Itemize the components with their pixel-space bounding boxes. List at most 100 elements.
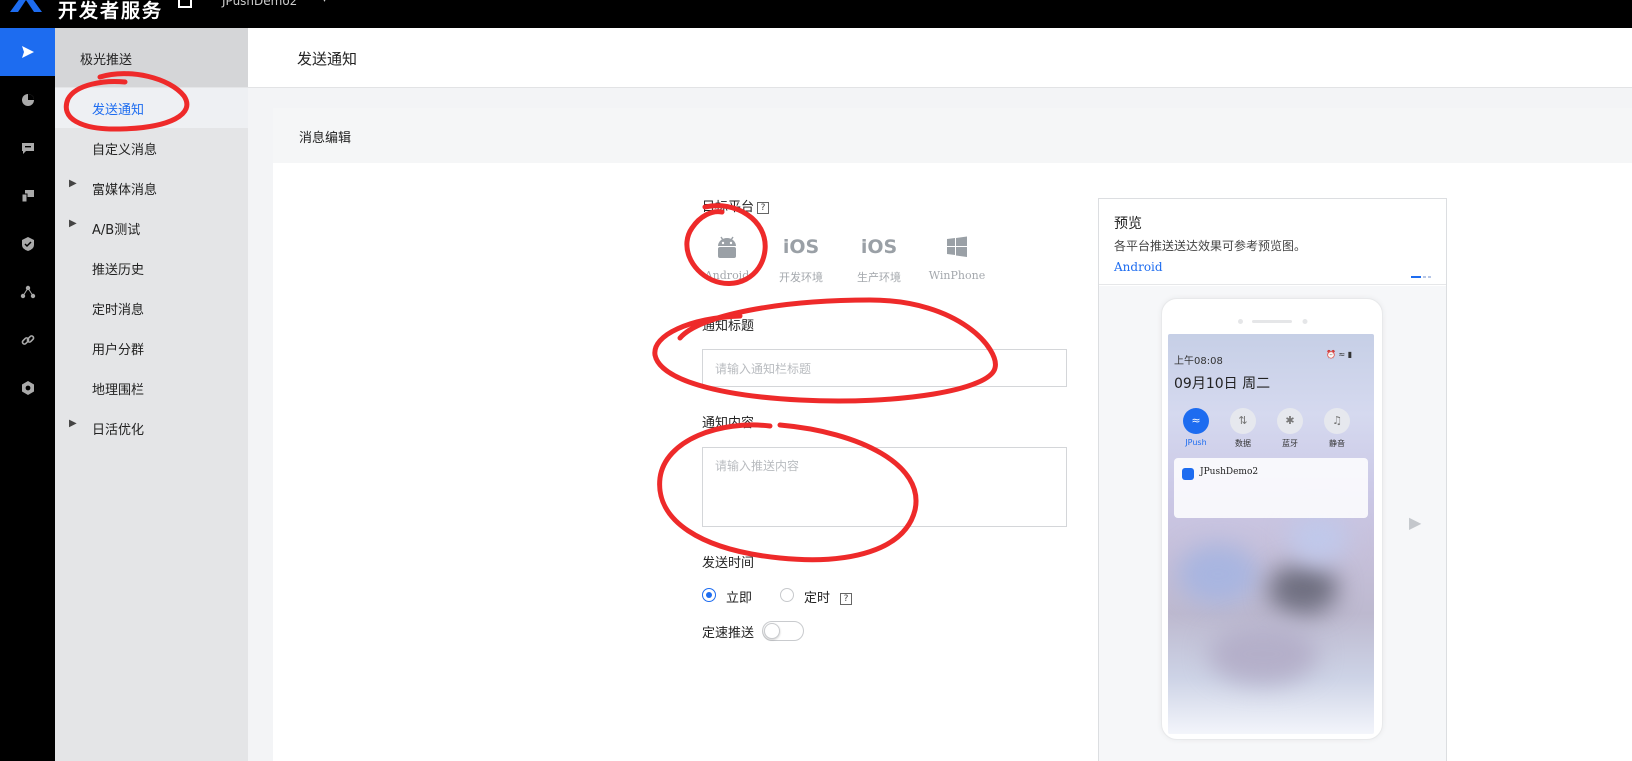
submenu-header-label: 极光推送 (80, 53, 133, 68)
platform-ios-prod[interactable]: iOS 生产环境 (844, 232, 914, 292)
submenu-item-segments[interactable]: 用户分群 (55, 328, 248, 368)
title-placeholder: 请输入通知栏标题 (715, 362, 812, 376)
share-nodes-icon (20, 285, 35, 299)
chevron-right-icon: ▶ (69, 418, 77, 429)
platform-name: WinPhone (928, 269, 986, 282)
send-scheduled-row: 定时? (804, 587, 853, 606)
app-icon (1182, 468, 1194, 480)
brand-title: 开发者服务 (58, 0, 164, 22)
data-icon: ⇅ (1230, 408, 1256, 434)
submenu-item-label: 地理围栏 (92, 383, 145, 398)
phone-mockup: 上午08:08 ⏰ ≈ ▮ 09月10日 周二 ≈ JPush ⇅ 数据 ✱ 蓝… (1161, 298, 1383, 740)
submenu-item-scheduled[interactable]: 定时消息 (55, 288, 248, 328)
content-label: 通知内容 (702, 416, 755, 431)
submenu-item-rich-media[interactable]: ▶ 富媒体消息 (55, 168, 248, 208)
rate-push-toggle[interactable] (762, 621, 804, 641)
platform-name: 生产环境 (857, 271, 901, 284)
preview-header: 预览 各平台推送送达效果可参考预览图。 Android (1099, 199, 1446, 285)
submenu-item-label: 推送历史 (92, 263, 145, 278)
carousel-dots[interactable] (1411, 269, 1433, 284)
submenu-header: 极光推送 (55, 28, 248, 87)
rail-security[interactable] (0, 220, 55, 268)
rail-statistics[interactable] (0, 76, 55, 124)
status-time: 上午08:08 (1174, 356, 1223, 367)
chevron-right-icon[interactable]: ▶ (1409, 513, 1421, 532)
notification-card: JPushDemo2 (1174, 458, 1368, 518)
rail-links[interactable] (0, 316, 55, 364)
quick-setting-bluetooth: ✱ 蓝牙 (1272, 408, 1308, 449)
submenu-item-label: 发送通知 (92, 103, 145, 118)
quick-setting-label: JPush (1185, 438, 1207, 447)
preview-body: 上午08:08 ⏰ ≈ ▮ 09月10日 周二 ≈ JPush ⇅ 数据 ✱ 蓝… (1099, 286, 1446, 761)
quick-setting-wifi: ≈ JPush (1178, 408, 1214, 447)
submenu-item-label: 自定义消息 (92, 143, 158, 158)
jiguang-logo-icon[interactable] (6, 0, 46, 12)
send-icon (21, 46, 34, 58)
send-scheduled-label[interactable]: 定时 (804, 591, 830, 606)
icon-rail (0, 28, 55, 761)
platform-label: 目标平台 (702, 200, 755, 215)
preview-description: 各平台推送送达效果可参考预览图。 (1114, 239, 1307, 253)
notification-content-input[interactable]: 请输入推送内容 (702, 447, 1067, 527)
app-switcher[interactable]: JPushDemo2 (222, 0, 297, 8)
quick-setting-data: ⇅ 数据 (1225, 408, 1261, 449)
send-scheduled-radio[interactable] (780, 588, 794, 602)
sub-menu: 极光推送 发送通知 自定义消息 ▶ 富媒体消息 ▶ A/B测试 推送历史 定时消… (55, 28, 248, 761)
content-placeholder: 请输入推送内容 (715, 459, 800, 473)
submenu-item-dau-optimize[interactable]: ▶ 日活优化 (55, 408, 248, 448)
rail-devices[interactable] (0, 172, 55, 220)
page-header: 发送通知 (248, 28, 1632, 88)
preview-tab-android[interactable]: Android (1114, 260, 1163, 274)
submenu-item-geofence[interactable]: 地理围栏 (55, 368, 248, 408)
ios-icon: iOS (860, 236, 898, 258)
rate-push-label: 定速推送 (702, 626, 755, 641)
send-now-label[interactable]: 立即 (726, 587, 752, 606)
help-icon[interactable]: ? (840, 593, 853, 605)
submenu-item-label: 富媒体消息 (92, 183, 158, 198)
app-icon[interactable] (178, 0, 192, 8)
submenu-item-custom-message[interactable]: 自定义消息 (55, 128, 248, 168)
submenu-item-ab-test[interactable]: ▶ A/B测试 (55, 208, 248, 248)
chevron-down-icon[interactable]: ▾ (322, 0, 327, 5)
rail-settings[interactable] (0, 364, 55, 412)
preview-title: 预览 (1114, 216, 1142, 232)
submenu-item-label: 用户分群 (92, 343, 145, 358)
submenu-item-label: 日活优化 (92, 423, 145, 438)
platform-android[interactable]: Android (692, 232, 762, 292)
submenu-item-send-notification[interactable]: 发送通知 (55, 88, 248, 128)
windows-icon (947, 236, 967, 257)
platform-winphone[interactable]: WinPhone (922, 232, 992, 292)
quick-setting-label: 静音 (1329, 439, 1345, 448)
toggle-knob (764, 623, 780, 639)
ios-icon: iOS (782, 236, 820, 258)
rail-share[interactable] (0, 268, 55, 316)
platform-ios-dev[interactable]: iOS 开发环境 (766, 232, 836, 292)
rail-messages[interactable] (0, 124, 55, 172)
devices-icon (21, 190, 34, 203)
mute-icon: ♫ (1324, 408, 1350, 434)
quick-setting-label: 蓝牙 (1282, 439, 1298, 448)
notification-title-input[interactable]: 请输入通知栏标题 (702, 349, 1067, 387)
status-date: 09月10日 周二 (1174, 376, 1271, 392)
message-icon (21, 143, 34, 154)
title-label: 通知标题 (702, 319, 755, 334)
submenu-item-push-history[interactable]: 推送历史 (55, 248, 248, 288)
quick-setting-label: 数据 (1235, 439, 1251, 448)
android-icon (718, 236, 736, 258)
submenu-item-label: A/B测试 (92, 223, 141, 238)
send-time-label: 发送时间 (702, 556, 755, 571)
platform-name: Android (704, 269, 750, 282)
shield-icon (21, 237, 34, 251)
section-header: 消息编辑 (273, 108, 1632, 163)
preview-panel: 预览 各平台推送送达效果可参考预览图。 Android 上午08:08 ⏰ ≈ … (1098, 198, 1447, 761)
wifi-icon: ≈ (1183, 408, 1209, 434)
section-title: 消息编辑 (299, 131, 352, 146)
send-now-radio[interactable] (702, 588, 716, 602)
chevron-right-icon: ▶ (69, 178, 77, 189)
rail-send[interactable] (0, 28, 55, 76)
bluetooth-icon: ✱ (1277, 408, 1303, 434)
speaker-icon (1238, 319, 1308, 324)
status-icons: ⏰ ≈ ▮ (1326, 350, 1353, 359)
help-icon[interactable]: ? (757, 202, 770, 214)
link-icon (21, 335, 34, 345)
